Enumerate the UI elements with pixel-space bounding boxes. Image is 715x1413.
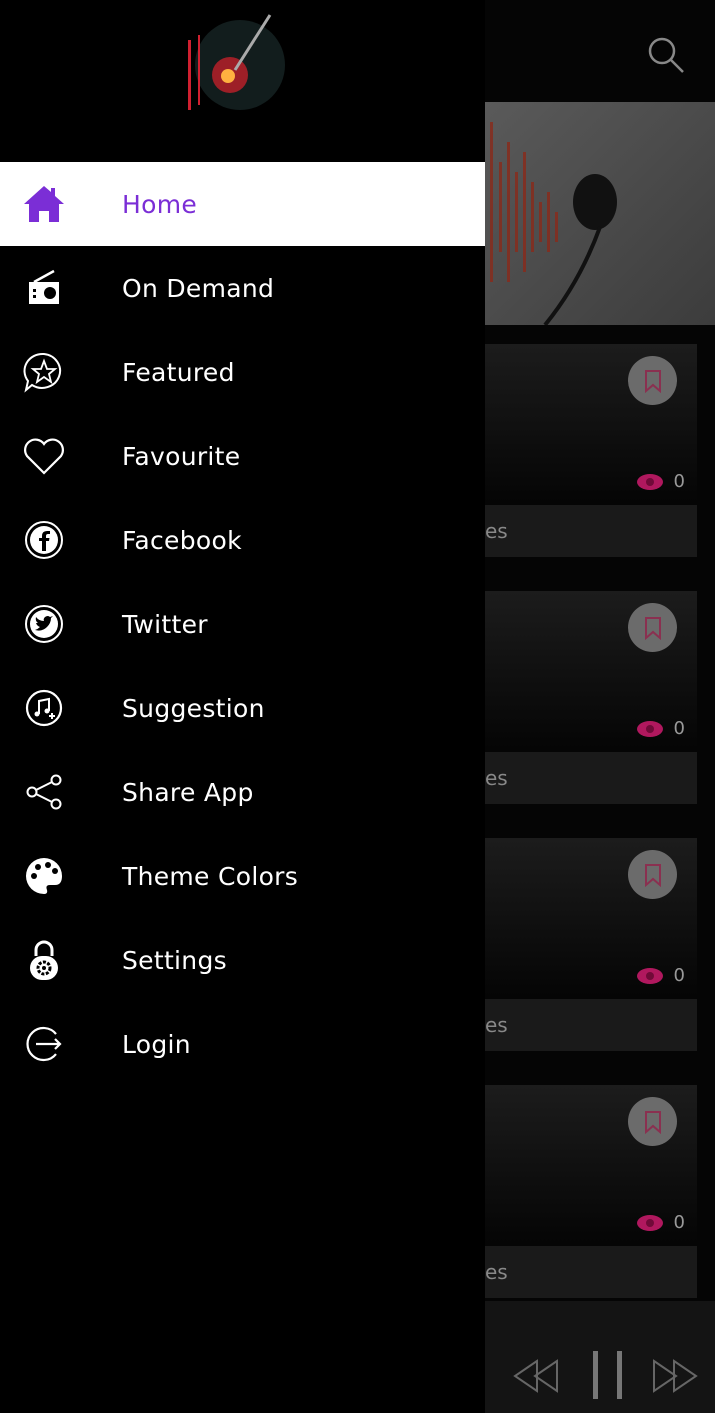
palette-icon bbox=[26, 858, 62, 894]
drawer-item-label: Share App bbox=[122, 777, 254, 807]
content-card[interactable]: 0 es bbox=[485, 1085, 697, 1298]
star-bubble-icon bbox=[23, 352, 62, 393]
drawer-item-suggestion[interactable]: Suggestion bbox=[0, 666, 485, 750]
player-controls bbox=[485, 1301, 715, 1413]
app-logo bbox=[188, 14, 285, 110]
search-icon[interactable] bbox=[646, 35, 686, 75]
drawer-item-settings[interactable]: Settings bbox=[0, 918, 485, 1002]
drawer-item-label: Login bbox=[122, 1029, 191, 1059]
card-thumbnail[interactable]: 0 bbox=[485, 1085, 697, 1243]
eye-icon bbox=[636, 967, 663, 984]
card-thumbnail[interactable]: 0 bbox=[485, 838, 697, 996]
content-card[interactable]: 0 es bbox=[485, 838, 697, 1051]
drawer-item-label: Settings bbox=[122, 945, 227, 975]
navigation-drawer: Home On Demand Featured Favourite Facebook Tw… bbox=[0, 0, 485, 1413]
radio-icon bbox=[29, 269, 59, 304]
card-title: es bbox=[485, 999, 697, 1051]
bookmark-button[interactable] bbox=[628, 603, 677, 652]
bookmark-button[interactable] bbox=[628, 850, 677, 899]
view-count-value: 0 bbox=[673, 471, 685, 492]
drawer-item-twitter[interactable]: Twitter bbox=[0, 582, 485, 666]
drawer-item-login[interactable]: Login bbox=[0, 1002, 485, 1086]
drawer-item-label: On Demand bbox=[122, 273, 275, 303]
banner-image[interactable] bbox=[485, 102, 715, 325]
content-card[interactable]: 0 es bbox=[485, 344, 697, 557]
card-thumbnail[interactable]: 0 bbox=[485, 344, 697, 502]
drawer-item-label: Theme Colors bbox=[122, 861, 299, 891]
drawer-item-label: Suggestion bbox=[122, 693, 265, 723]
eye-icon bbox=[636, 473, 663, 490]
fast-forward-icon[interactable] bbox=[652, 1359, 698, 1393]
drawer-item-favourite[interactable]: Favourite bbox=[0, 414, 485, 498]
card-thumbnail[interactable]: 0 bbox=[485, 591, 697, 749]
card-title: es bbox=[485, 1246, 697, 1298]
drawer-item-home[interactable]: Home bbox=[0, 162, 485, 246]
card-title: es bbox=[485, 752, 697, 804]
drawer-item-on-demand[interactable]: On Demand bbox=[0, 246, 485, 330]
bookmark-icon bbox=[644, 616, 661, 640]
drawer-item-share-app[interactable]: Share App bbox=[0, 750, 485, 834]
pause-icon[interactable] bbox=[589, 1351, 625, 1399]
bookmark-icon bbox=[644, 1110, 661, 1134]
music-add-icon bbox=[25, 689, 63, 727]
home-icon bbox=[24, 186, 64, 222]
rewind-icon[interactable] bbox=[513, 1359, 559, 1393]
eye-icon bbox=[636, 720, 663, 737]
bookmark-button[interactable] bbox=[628, 1097, 677, 1146]
bookmark-button[interactable] bbox=[628, 356, 677, 405]
view-count: 0 bbox=[636, 718, 685, 739]
view-count: 0 bbox=[636, 965, 685, 986]
drawer-item-label: Facebook bbox=[122, 525, 242, 555]
bookmark-icon bbox=[644, 863, 661, 887]
drawer-item-label: Twitter bbox=[122, 609, 208, 639]
logout-icon bbox=[26, 1026, 62, 1062]
drawer-item-label: Home bbox=[122, 189, 198, 219]
drawer-item-label: Favourite bbox=[122, 441, 241, 471]
drawer-item-label: Featured bbox=[122, 357, 235, 387]
heart-icon bbox=[24, 438, 64, 475]
lock-gear-icon bbox=[30, 940, 58, 980]
content-card[interactable]: 0 es bbox=[485, 591, 697, 804]
bookmark-icon bbox=[644, 369, 661, 393]
view-count-value: 0 bbox=[673, 1212, 685, 1233]
view-count: 0 bbox=[636, 471, 685, 492]
twitter-icon bbox=[25, 605, 63, 643]
eye-icon bbox=[636, 1214, 663, 1231]
card-title: es bbox=[485, 505, 697, 557]
drawer-item-featured[interactable]: Featured bbox=[0, 330, 485, 414]
view-count-value: 0 bbox=[673, 965, 685, 986]
share-icon bbox=[26, 774, 62, 810]
facebook-icon bbox=[25, 521, 63, 559]
view-count-value: 0 bbox=[673, 718, 685, 739]
view-count: 0 bbox=[636, 1212, 685, 1233]
drawer-item-facebook[interactable]: Facebook bbox=[0, 498, 485, 582]
drawer-item-theme-colors[interactable]: Theme Colors bbox=[0, 834, 485, 918]
